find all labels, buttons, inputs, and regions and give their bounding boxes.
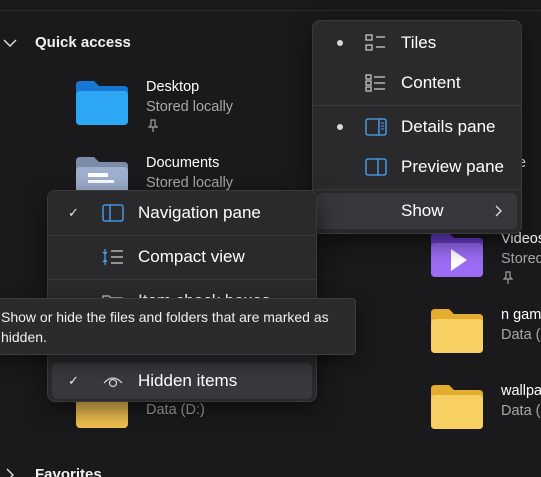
- menu-label: Details pane: [401, 117, 496, 136]
- quick-access-label: Quick access: [35, 34, 131, 51]
- menu-item-content[interactable]: Content: [317, 65, 517, 101]
- quick-access-header[interactable]: Quick access: [0, 34, 131, 51]
- folder-icon: [431, 309, 483, 353]
- file-status: Stored: [501, 251, 541, 267]
- file-tile-videos[interactable]: Videos Stored: [429, 229, 541, 285]
- eye-icon: [103, 377, 123, 388]
- file-name: wallpa: [501, 383, 541, 399]
- navigation-pane-icon: [102, 204, 124, 222]
- content-icon: [365, 74, 385, 92]
- favorites-header[interactable]: Favorites: [0, 466, 102, 477]
- pin-icon: [502, 271, 514, 284]
- menu-label: Tiles: [401, 33, 437, 52]
- file-name: Desktop: [146, 79, 200, 95]
- favorites-label: Favorites: [35, 466, 102, 477]
- menu-item-preview-pane[interactable]: Preview pane: [317, 149, 517, 185]
- selected-bullet-icon: [337, 40, 343, 46]
- desktop-folder-icon: [76, 81, 128, 125]
- file-status: Stored locally: [146, 99, 234, 115]
- view-menu: Tiles Content Details pane Preview pane …: [312, 20, 522, 234]
- menu-item-tiles[interactable]: Tiles: [317, 25, 517, 61]
- folder-icon: [431, 385, 483, 429]
- file-name: Documents: [146, 155, 220, 171]
- preview-pane-icon: [365, 158, 387, 176]
- menu-label: Preview pane: [401, 157, 505, 176]
- compact-view-icon: [102, 249, 123, 265]
- file-status: Data (: [501, 327, 541, 343]
- selected-bullet-icon: [337, 124, 343, 130]
- checkmark-icon: ✓: [68, 205, 79, 220]
- file-tile-desktop[interactable]: Desktop Stored locally: [74, 77, 233, 133]
- menu-label: Show: [401, 201, 444, 220]
- file-tile-games[interactable]: n gam Data (: [429, 305, 541, 353]
- menu-label: Content: [401, 73, 461, 92]
- pin-icon: [147, 119, 159, 132]
- menu-item-show[interactable]: Show: [317, 193, 517, 229]
- hidden-items-tooltip: Show or hide the files and folders that …: [0, 298, 356, 355]
- tiles-icon: [365, 34, 385, 51]
- menu-item-compact-view[interactable]: Compact view: [52, 239, 312, 275]
- menu-divider: [313, 105, 521, 106]
- details-pane-icon: [365, 118, 387, 136]
- checkmark-icon: ✓: [68, 373, 79, 388]
- menu-divider: [313, 189, 521, 190]
- file-name: n gam: [501, 307, 541, 323]
- divider-line: [0, 10, 541, 11]
- show-submenu: ✓ Navigation pane Compact view Item chec…: [47, 190, 317, 402]
- chevron-down-icon: [3, 39, 17, 47]
- file-tile-wallpapers[interactable]: wallpa Data (: [429, 381, 541, 429]
- menu-label: Navigation pane: [138, 203, 261, 222]
- menu-item-details-pane[interactable]: Details pane: [317, 109, 517, 145]
- file-status: Data (D:): [146, 402, 205, 418]
- menu-label: Compact view: [138, 247, 245, 266]
- menu-label: Hidden items: [138, 371, 238, 390]
- chevron-right-icon: [6, 468, 14, 477]
- menu-item-hidden-items[interactable]: ✓ Hidden items: [52, 363, 312, 399]
- videos-folder-icon: [431, 233, 483, 277]
- menu-divider: [48, 235, 316, 236]
- menu-divider: [48, 279, 316, 280]
- chevron-right-icon: [495, 205, 502, 217]
- menu-item-navigation-pane[interactable]: ✓ Navigation pane: [52, 195, 312, 231]
- file-status: Data (: [501, 403, 541, 419]
